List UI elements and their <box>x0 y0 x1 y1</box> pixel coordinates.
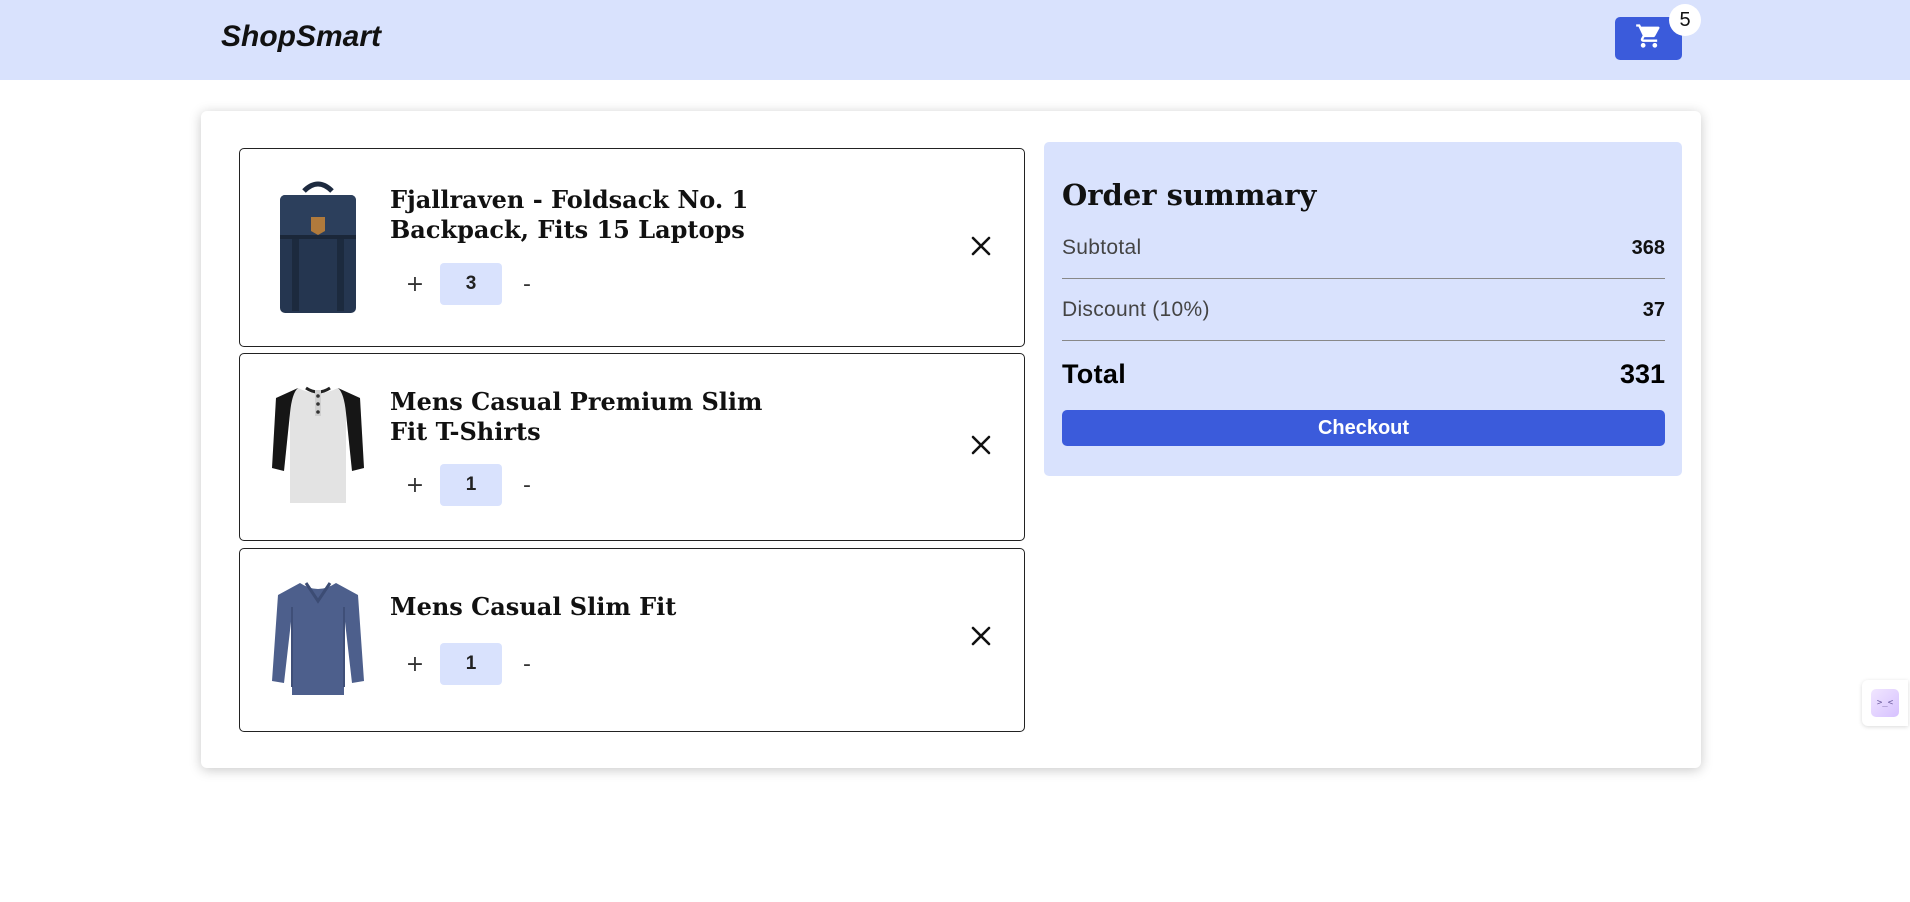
increase-quantity-button[interactable]: + <box>390 464 440 506</box>
quantity-stepper: + 3 - <box>390 263 552 305</box>
order-summary-title: Order summary <box>1062 178 1317 212</box>
longsleeve-shirt-image[interactable] <box>270 577 366 701</box>
summary-divider <box>1062 340 1665 341</box>
quantity-value: 3 <box>440 263 502 305</box>
assistant-icon: >_< <box>1871 689 1899 717</box>
discount-label: Discount (10%) <box>1062 298 1210 321</box>
top-header: ShopSmart 5 <box>0 0 1910 80</box>
close-icon <box>970 235 992 262</box>
total-label: Total <box>1062 359 1126 389</box>
cart-count-badge: 5 <box>1669 4 1701 36</box>
remove-item-button[interactable] <box>966 432 996 462</box>
backpack-image[interactable] <box>270 177 366 317</box>
increase-quantity-button[interactable]: + <box>390 263 440 305</box>
subtotal-value: 368 <box>1631 236 1665 259</box>
order-summary-panel: Order summary Subtotal 368 Discount (10%… <box>1044 142 1682 476</box>
close-icon <box>970 434 992 461</box>
raglan-tshirt-image[interactable] <box>270 380 366 510</box>
checkout-button[interactable]: Checkout <box>1062 410 1665 446</box>
close-icon <box>970 625 992 652</box>
remove-item-button[interactable] <box>966 623 996 653</box>
summary-divider <box>1062 278 1665 279</box>
quantity-value: 1 <box>440 643 502 685</box>
item-title[interactable]: Mens Casual Slim Fit <box>390 592 780 622</box>
cart-item-premium-tshirt: Mens Casual Premium Slim Fit T-Shirts + … <box>239 353 1025 541</box>
quantity-value: 1 <box>440 464 502 506</box>
discount-row: Discount (10%) 37 <box>1062 298 1665 322</box>
item-title[interactable]: Fjallraven - Foldsack No. 1 Backpack, Fi… <box>390 185 780 245</box>
quantity-stepper: + 1 - <box>390 464 552 506</box>
decrease-quantity-button[interactable]: - <box>502 464 552 506</box>
cart-item-slim-fit: Mens Casual Slim Fit + 1 - <box>239 548 1025 732</box>
cart-icon <box>1635 22 1663 55</box>
total-row: Total 331 <box>1062 359 1665 390</box>
increase-quantity-button[interactable]: + <box>390 643 440 685</box>
remove-item-button[interactable] <box>966 233 996 263</box>
quantity-stepper: + 1 - <box>390 643 552 685</box>
item-title[interactable]: Mens Casual Premium Slim Fit T-Shirts <box>390 387 780 447</box>
subtotal-label: Subtotal <box>1062 236 1142 259</box>
brand-logo[interactable]: ShopSmart <box>221 20 381 54</box>
decrease-quantity-button[interactable]: - <box>502 263 552 305</box>
discount-value: 37 <box>1642 298 1665 321</box>
subtotal-row: Subtotal 368 <box>1062 236 1665 260</box>
total-value: 331 <box>1619 359 1665 389</box>
cart-item-backpack: Fjallraven - Foldsack No. 1 Backpack, Fi… <box>239 148 1025 347</box>
decrease-quantity-button[interactable]: - <box>502 643 552 685</box>
floating-helper-widget[interactable]: >_< <box>1862 680 1908 726</box>
